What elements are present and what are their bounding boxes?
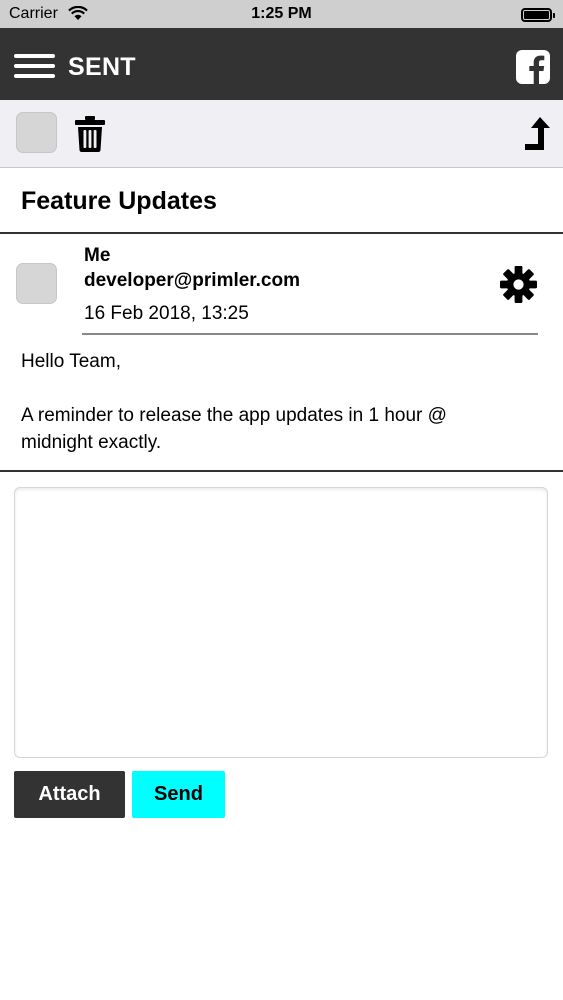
app-header: SENT	[0, 28, 563, 100]
subject-divider	[0, 232, 563, 234]
sender-email: developer@primler.com	[84, 270, 300, 291]
page-title: SENT	[68, 53, 136, 81]
status-bar: Carrier 1:25 PM	[0, 0, 563, 28]
attach-button[interactable]: Attach	[14, 771, 125, 818]
facebook-icon[interactable]	[516, 50, 550, 84]
message-divider	[0, 470, 563, 472]
message-header-rule	[82, 333, 538, 335]
sender-name: Me	[84, 245, 111, 266]
send-button[interactable]: Send	[132, 771, 225, 818]
select-all-checkbox[interactable]	[16, 112, 57, 153]
gear-icon[interactable]	[500, 266, 537, 303]
message-checkbox[interactable]	[16, 263, 57, 304]
hamburger-icon[interactable]	[14, 54, 55, 78]
message-greeting: Hello Team,	[21, 351, 121, 372]
share-arrow-icon[interactable]	[523, 117, 551, 153]
message-subject: Feature Updates	[21, 187, 217, 215]
message-date: 16 Feb 2018, 13:25	[84, 303, 249, 324]
status-time: 1:25 PM	[251, 5, 312, 22]
message-body-line: midnight exactly.	[21, 432, 162, 453]
reply-textarea[interactable]	[14, 487, 548, 758]
trash-icon[interactable]	[74, 115, 106, 153]
battery-icon	[521, 8, 555, 22]
message-toolbar	[0, 100, 563, 168]
message-body-line: A reminder to release the app updates in…	[21, 405, 447, 426]
